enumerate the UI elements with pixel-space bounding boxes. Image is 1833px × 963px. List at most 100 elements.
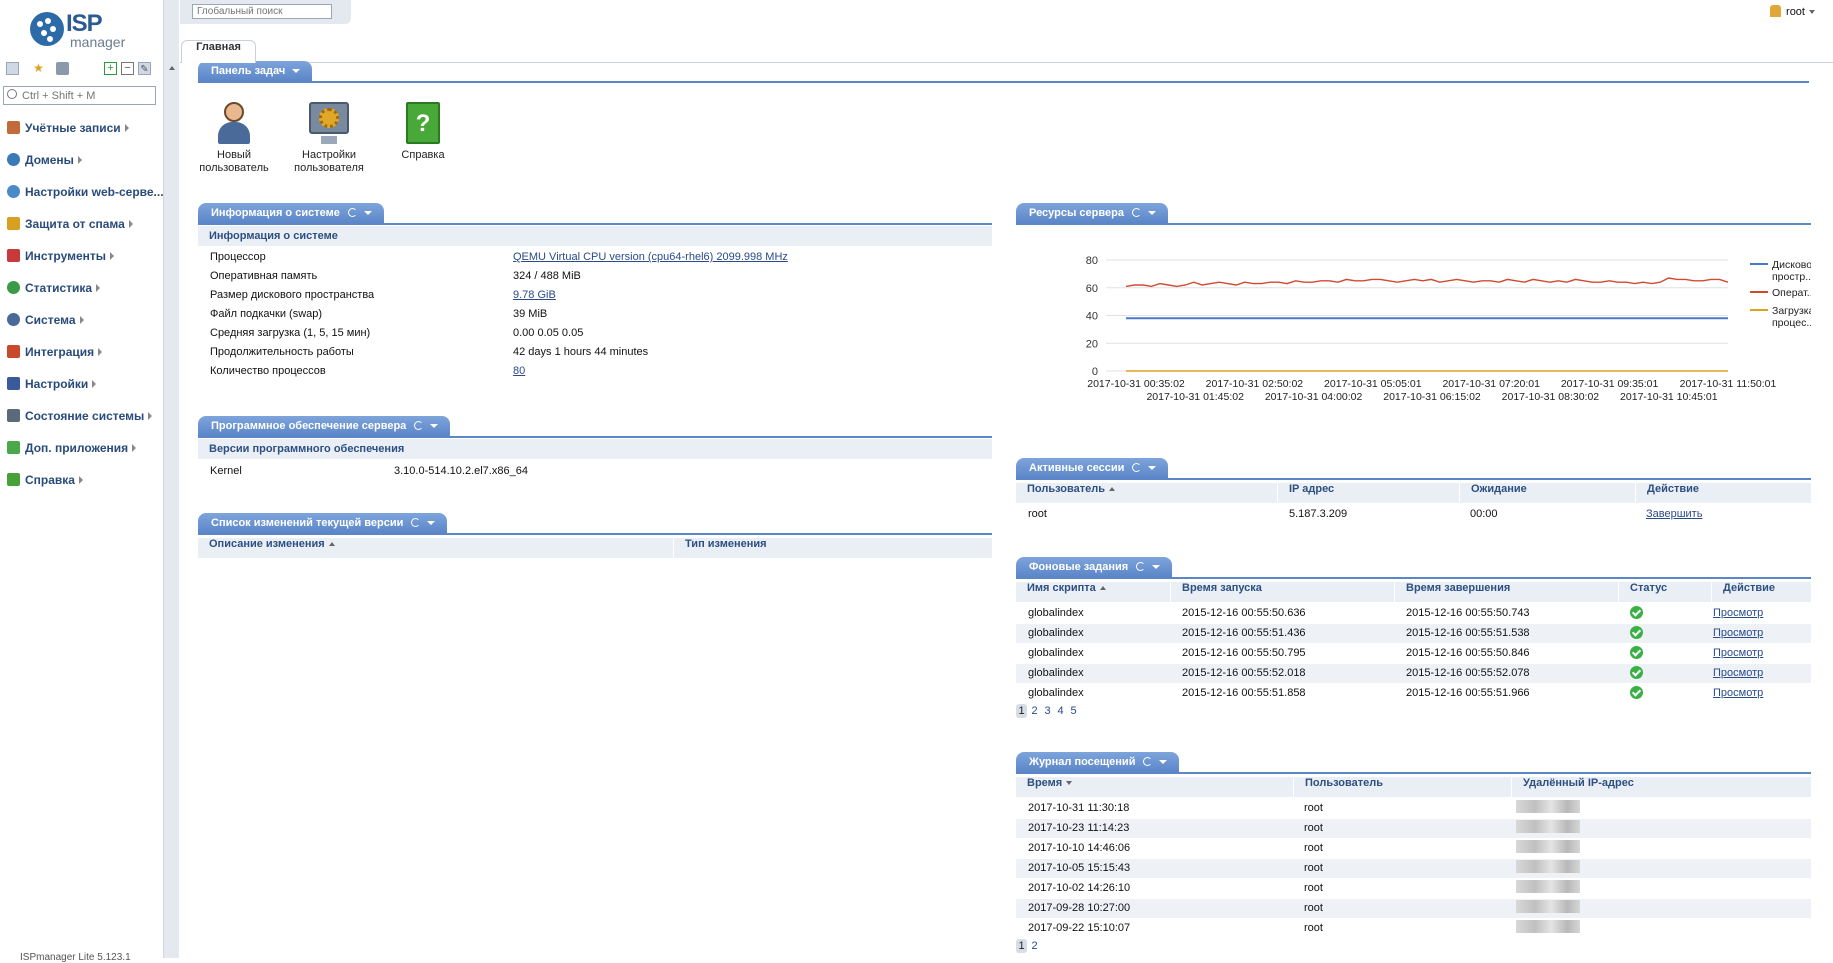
sessions-title[interactable]: Активные сессии [1016, 458, 1169, 478]
bgtask-row[interactable]: globalindex 2015-12-16 00:55:52.018 2015-1… [1016, 664, 1811, 683]
col-user[interactable]: Пользователь [1016, 483, 1277, 503]
col-time[interactable]: Время [1016, 777, 1293, 797]
changelog-title[interactable]: Список изменений текущей версии [198, 513, 448, 533]
col-ip[interactable]: IP адрес [1277, 483, 1459, 503]
refresh-icon[interactable] [1131, 208, 1141, 217]
col-wait[interactable]: Ожидание [1459, 483, 1635, 503]
col-action[interactable]: Действие [1635, 483, 1811, 503]
view-task-link[interactable]: Просмотр [1713, 684, 1763, 703]
pin-icon[interactable]: ✎ [138, 62, 151, 75]
refresh-icon[interactable] [414, 421, 424, 430]
page-link[interactable]: 3 [1042, 704, 1053, 718]
visit-row[interactable]: 2017-09-22 15:10:07 root [1016, 919, 1811, 938]
favorites-star-icon[interactable]: ★ [32, 62, 45, 75]
process-count-link[interactable]: 80 [513, 362, 525, 381]
col-change-type[interactable]: Тип изменения [673, 538, 992, 558]
menu-item-accounts[interactable]: Учётные записи [7, 119, 161, 151]
visit-row[interactable]: 2017-10-05 15:15:43 root [1016, 859, 1811, 878]
visit-row[interactable]: 2017-10-02 14:26:10 root [1016, 879, 1811, 898]
menu-item-spam-protection[interactable]: Защита от спама [7, 215, 161, 247]
tree-view-icon[interactable] [6, 62, 19, 75]
tab-main[interactable]: Главная [181, 40, 256, 63]
visit-row[interactable]: 2017-10-10 14:46:06 root [1016, 839, 1811, 858]
disk-size-link[interactable]: 9.78 GiB [513, 286, 556, 305]
view-task-link[interactable]: Просмотр [1713, 644, 1763, 663]
bgtasks-pager: 12345 [1016, 704, 1081, 718]
chevron-down-icon[interactable] [1148, 466, 1157, 470]
taskpanel-title[interactable]: Панель задач [198, 61, 313, 81]
refresh-icon[interactable] [1132, 463, 1142, 472]
col-remote-ip[interactable]: Удалённый IP-адрес [1511, 777, 1811, 797]
visit-row[interactable]: 2017-10-31 11:30:18 root [1016, 799, 1811, 818]
menu-item-statistics[interactable]: Статистика [7, 279, 161, 311]
monitor-icon [7, 409, 20, 422]
visit-row[interactable]: 2017-10-23 11:14:23 root [1016, 819, 1811, 838]
session-row[interactable]: root 5.187.3.209 00:00 Завершить [1016, 505, 1811, 524]
task-new-user[interactable]: Новый пользователь [189, 100, 279, 175]
col-task-action[interactable]: Действие [1711, 582, 1811, 602]
view-task-link[interactable]: Просмотр [1713, 624, 1763, 643]
global-search-input[interactable] [192, 4, 332, 19]
menu-item-tools[interactable]: Инструменты [7, 247, 161, 279]
briefcase-icon[interactable] [56, 62, 69, 75]
col-start-time[interactable]: Время запуска [1170, 582, 1394, 602]
col-end-time[interactable]: Время завершения [1394, 582, 1618, 602]
collapse-arrow-icon[interactable] [169, 66, 175, 70]
chevron-down-icon[interactable] [427, 521, 436, 525]
task-help[interactable]: ? Справка [378, 100, 468, 162]
software-title[interactable]: Программное обеспечение сервера [198, 416, 451, 436]
redacted-ip [1516, 920, 1580, 933]
col-visit-user[interactable]: Пользователь [1293, 777, 1511, 797]
refresh-icon[interactable] [347, 208, 357, 217]
page-link[interactable]: 1 [1016, 939, 1027, 953]
col-change-description[interactable]: Описание изменения [198, 538, 673, 558]
bgtask-row[interactable]: globalindex 2015-12-16 00:55:51.858 2015-1… [1016, 684, 1811, 703]
col-status[interactable]: Статус [1618, 582, 1711, 602]
page-link[interactable]: 2 [1029, 704, 1040, 718]
resources-title[interactable]: Ресурсы сервера [1016, 203, 1168, 223]
user-menu[interactable]: root [1770, 5, 1815, 18]
menu-search-input[interactable] [22, 88, 152, 103]
menu-search[interactable] [3, 86, 156, 105]
menu-item-system-state[interactable]: Состояние системы [7, 407, 161, 439]
bgtask-row[interactable]: globalindex 2015-12-16 00:55:51.436 2015-1… [1016, 624, 1811, 643]
sysinfo-title[interactable]: Информация о системе [198, 203, 384, 223]
visit-row[interactable]: 2017-09-28 10:27:00 root [1016, 899, 1811, 918]
redacted-ip [1516, 880, 1580, 893]
cpu-link[interactable]: QEMU Virtual CPU version (cpu64-rhel6) 2… [513, 248, 788, 267]
bgtasks-title[interactable]: Фоновые задания [1016, 557, 1173, 577]
menu-item-integration[interactable]: Интеграция [7, 343, 161, 375]
task-user-settings[interactable]: Настройки пользователя [284, 100, 374, 175]
view-task-link[interactable]: Просмотр [1713, 664, 1763, 683]
changelog-header: Список изменений текущей версии [198, 513, 992, 535]
end-session-link[interactable]: Завершить [1646, 505, 1702, 524]
visits-title[interactable]: Журнал посещений [1016, 752, 1180, 772]
page-link[interactable]: 4 [1055, 704, 1066, 718]
page-link[interactable]: 1 [1016, 704, 1027, 718]
menu-item-web-server[interactable]: Настройки web-серве... [7, 183, 172, 215]
chevron-down-icon[interactable] [363, 211, 372, 215]
refresh-icon[interactable] [1136, 562, 1146, 571]
collapse-all-icon[interactable]: − [121, 62, 134, 75]
sidebar-splitter[interactable] [163, 0, 179, 958]
chevron-down-icon[interactable] [1159, 760, 1168, 764]
menu-item-help[interactable]: Справка [7, 471, 161, 503]
bgtask-row[interactable]: globalindex 2015-12-16 00:55:50.636 2015-1… [1016, 604, 1811, 623]
refresh-icon[interactable] [1143, 757, 1153, 766]
col-script-name[interactable]: Имя скрипта [1016, 582, 1170, 602]
ispmanager-logo[interactable]: ISP manager [30, 10, 130, 52]
view-task-link[interactable]: Просмотр [1713, 604, 1763, 623]
page-link[interactable]: 2 [1029, 939, 1040, 953]
chevron-down-icon[interactable] [430, 424, 439, 428]
refresh-icon[interactable] [411, 518, 421, 527]
chevron-down-icon[interactable] [1152, 565, 1161, 569]
menu-item-extra-apps[interactable]: Доп. приложения [7, 439, 161, 471]
menu-item-domains[interactable]: Домены [7, 151, 161, 183]
legend-label: процес... [1772, 317, 1811, 329]
page-link[interactable]: 5 [1068, 704, 1079, 718]
bgtask-row[interactable]: globalindex 2015-12-16 00:55:50.795 2015-1… [1016, 644, 1811, 663]
expand-all-icon[interactable]: + [104, 62, 117, 75]
chevron-down-icon[interactable] [1147, 211, 1156, 215]
menu-item-system[interactable]: Система [7, 311, 161, 343]
menu-item-settings[interactable]: Настройки [7, 375, 161, 407]
